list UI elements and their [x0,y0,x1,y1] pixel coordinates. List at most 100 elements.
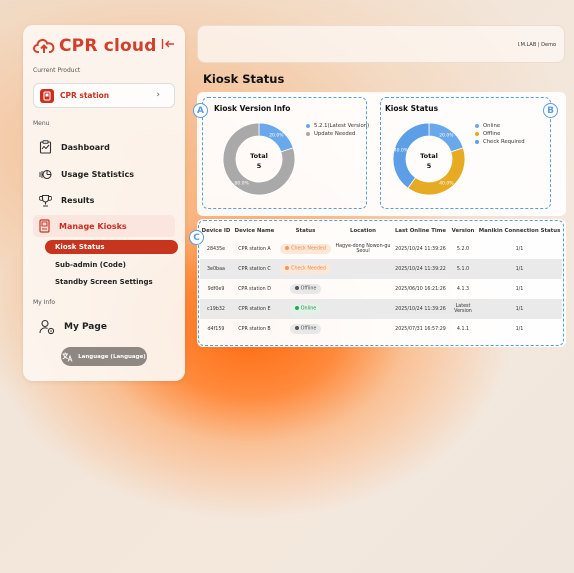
current-product-label: Current Product [33,67,81,74]
column-header[interactable]: Location [334,222,392,239]
chevron-right-icon: › [156,90,160,100]
legend-swatch [306,132,310,136]
page-title: Kiosk Status [203,72,285,86]
column-header[interactable]: Device Name [232,222,277,239]
legend-label: 5.2.1(Latest Version) [314,123,370,129]
donut-total-value: 5 [256,162,262,170]
legend-label: Update Needed [314,131,356,137]
cell-id: d4f159 [207,326,225,332]
table-row[interactable]: 9df0e9 CPR station D Offline 2025/06/10 16:… [200,279,562,299]
table-header-row: Device ID Device Name Status Location La… [200,222,562,239]
column-header[interactable]: Version [449,222,477,239]
status-dot-icon [285,246,290,251]
cell-name: CPR station C [232,259,277,279]
cell-location [334,259,392,279]
legend-swatch [475,140,479,144]
status-legend: Online Offline Check Required [475,122,525,146]
user-info[interactable]: I.M.LAB | Demo [518,42,556,48]
language-button[interactable]: Language (Language) [61,347,147,366]
annotation-b: B [543,103,558,118]
status-text: Offline [300,326,317,332]
table-row[interactable]: 28435e CPR station A Check Needed Hagye-don… [200,239,562,259]
status-text: Check Needed [291,266,326,272]
legend-swatch [475,132,479,136]
cell-id: c19b32 [200,299,232,319]
app-name: CPR cloud [59,36,157,56]
cell-last-online: 2025/07/31 16:57:29 [395,326,446,332]
slice-label: 40.0% [439,180,454,186]
usage-statistics-icon [39,169,52,179]
slice-label: 20.0% [269,133,284,139]
cell-id: 3e0baa [200,259,232,279]
legend-swatch [306,124,310,128]
cell-last-online: 2025/10/24 11:39:26 [395,246,446,252]
column-header[interactable]: Manikin Connection Status [477,222,562,239]
status-cell: Check Needed [277,239,334,259]
sidebar-item-label: My Page [64,322,107,332]
status-cell: Check Needed [277,259,334,279]
cell-manikin: 1/1 [515,246,524,252]
kiosk-icon [39,219,50,233]
table-row[interactable]: d4f159 CPR station B Offline 2025/07/31 16:… [200,319,562,339]
cell-manikin: 1/1 [515,326,524,332]
cell-version: 5.1.0 [449,259,477,279]
column-header[interactable]: Device ID [200,222,232,239]
sidebar-item-usage-statistics[interactable]: Usage Statistics [39,165,134,183]
version-donut-center: Total 5 [239,151,279,171]
status-text: Offline [300,286,317,292]
legend-item: Update Needed [306,130,369,138]
product-selector[interactable]: CPR station › [33,83,175,108]
status-dot-icon [294,286,299,291]
status-badge: Offline [289,284,322,294]
status-dot-icon [294,306,299,311]
product-name: CPR station [60,91,110,100]
cell-version: Latest Version [449,299,477,319]
column-header[interactable]: Status [277,222,334,239]
collapse-sidebar-icon[interactable] [161,39,175,49]
dashboard-icon [39,140,52,154]
legend-item: 5.2.1(Latest Version) [306,122,369,130]
table-row[interactable]: c19b32 CPR station E Online 2025/10/24 11:3… [200,299,562,319]
sidebar-item-results[interactable]: Results [39,191,94,209]
version-legend: 5.2.1(Latest Version) Update Needed [306,122,369,138]
column-header[interactable]: Last Online Time [392,222,449,239]
sidebar-item-manage-kiosks[interactable]: Manage Kiosks [33,215,175,237]
cell-location [334,279,392,299]
sidebar: CPR cloud Current Product CPR station › … [23,25,185,381]
legend-item: Offline [475,130,525,138]
legend-item: Online [475,122,525,130]
sidebar-subitem-sub-admin[interactable]: Sub-admin (Code) [45,258,178,272]
cell-location [334,299,392,319]
donut-total-label: Total [420,152,438,160]
sidebar-subitem-standby-screen[interactable]: Standby Screen Settings [45,275,178,289]
donut-total-value: 5 [426,162,432,170]
donut-total-label: Total [250,152,268,160]
kiosk-table: Device ID Device Name Status Location La… [200,222,562,339]
sidebar-item-label: Manage Kiosks [59,221,127,231]
sidebar-item-my-page[interactable]: My Page [39,318,107,336]
status-cell: Online [277,299,334,319]
slice-label: 80.0% [235,180,250,186]
cell-last-online: 2025/10/24 11:39:22 [392,259,449,279]
menu-label: Menu [33,120,50,127]
legend-swatch [475,124,479,128]
cell-name: CPR station E [232,299,277,319]
language-label: Language (Language) [78,353,146,360]
status-dot-icon [294,326,299,331]
sidebar-item-dashboard[interactable]: Dashboard [39,138,110,156]
sidebar-subitem-kiosk-status[interactable]: Kiosk Status [45,240,178,254]
top-bar: I.M.LAB | Demo [197,25,565,63]
annotation-a: A [193,103,208,118]
version-card-title: Kiosk Version Info [214,104,291,113]
sidebar-item-label: Dashboard [61,142,110,152]
status-donut-center: Total 5 [409,151,449,171]
cell-version: 5.2.0 [456,246,470,252]
my-info-label: My Info [33,299,55,306]
status-text: Online [300,306,317,312]
table-row[interactable]: 3e0baa CPR station C Check Needed 2025/10/2… [200,259,562,279]
status-text: Check Needed [291,246,326,252]
cell-version: 4.1.1 [456,326,470,332]
logo[interactable]: CPR cloud [33,36,157,56]
translate-icon [62,352,73,362]
legend-label: Check Required [483,139,525,145]
